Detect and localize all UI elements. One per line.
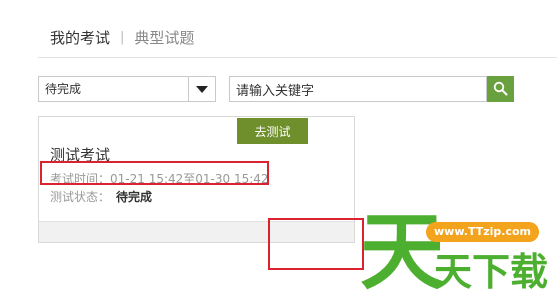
exam-status-value: 待完成 (116, 190, 153, 204)
status-filter-value: 待完成 (45, 82, 82, 96)
search-button[interactable] (487, 76, 514, 102)
exam-status: 测试状态： 待完成 (50, 188, 152, 205)
status-filter-select[interactable]: 待完成 (38, 76, 216, 102)
highlight-box-button (268, 218, 364, 270)
chevron-down-icon (196, 86, 208, 93)
watermark-logo: 天 www.TTzip.com 天下载 (360, 210, 557, 308)
search-input[interactable] (229, 76, 487, 102)
watermark-url: www.TTzip.com (426, 222, 539, 242)
search-icon (493, 81, 508, 96)
dropdown-toggle[interactable] (188, 77, 215, 101)
tab-typical-questions[interactable]: 典型试题 (134, 27, 194, 48)
tab-my-exams[interactable]: 我的考试 (50, 27, 110, 48)
go-test-button[interactable]: 去测试 (237, 118, 308, 144)
highlight-box-time (40, 161, 269, 185)
exam-status-label: 测试状态： (50, 190, 111, 204)
tab-divider (38, 57, 557, 58)
tab-separator: | (120, 29, 125, 45)
tab-bar: 我的考试 | 典型试题 (50, 22, 194, 52)
watermark-text: 天下载 (434, 250, 549, 294)
